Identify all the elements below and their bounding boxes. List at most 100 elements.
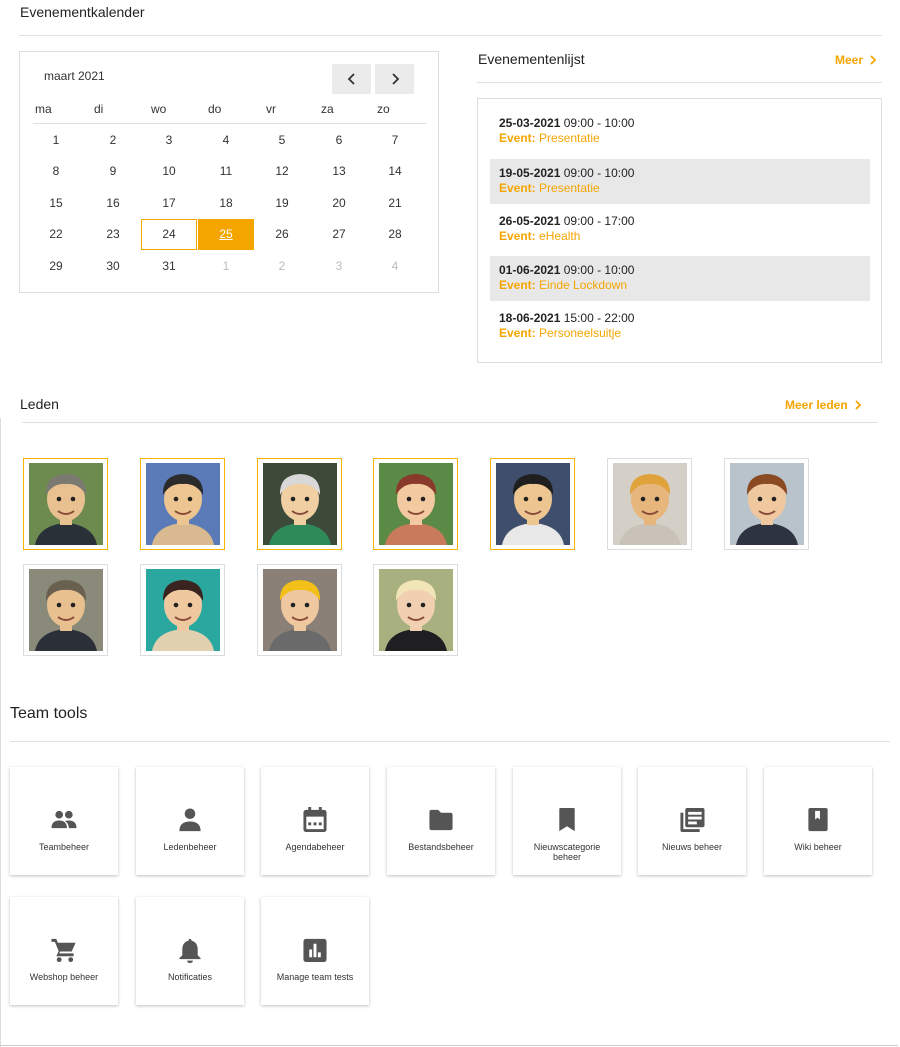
event-info: Event: Presentatie bbox=[499, 181, 870, 195]
member-card[interactable] bbox=[373, 458, 458, 550]
calendar-day[interactable]: 12 bbox=[254, 156, 310, 187]
calendar-day[interactable]: 16 bbox=[85, 187, 141, 218]
event-item[interactable]: 01-06-2021 09:00 - 10:00 Event: Einde Loc… bbox=[490, 256, 870, 301]
calendar-day[interactable]: 5 bbox=[254, 124, 310, 155]
calendar-day[interactable]: 21 bbox=[367, 187, 423, 218]
calendar-day[interactable]: 7 bbox=[367, 124, 423, 155]
calendar-prev-button[interactable] bbox=[332, 64, 371, 94]
weekday-label: ma bbox=[35, 102, 52, 116]
calendar-day[interactable]: 20 bbox=[311, 187, 367, 218]
event-name: Presentatie bbox=[539, 131, 600, 145]
chart-icon bbox=[261, 937, 369, 963]
member-card[interactable] bbox=[140, 564, 225, 656]
tool-tile[interactable]: Wiki beheer bbox=[764, 767, 872, 875]
tool-tile[interactable]: Teambeheer bbox=[10, 767, 118, 875]
member-card[interactable] bbox=[257, 564, 342, 656]
calendar-day[interactable]: 29 bbox=[28, 250, 84, 281]
weekday-label: di bbox=[94, 102, 104, 116]
event-prefix: Event: bbox=[499, 278, 536, 292]
calendar-day[interactable]: 31 bbox=[141, 250, 197, 281]
event-time: 09:00 - 10:00 bbox=[563, 166, 635, 180]
tool-label: Agendabeheer bbox=[285, 842, 345, 852]
event-item[interactable]: 26-05-2021 09:00 - 17:00 Event: eHealth bbox=[490, 207, 870, 252]
calendar-day[interactable]: 14 bbox=[367, 156, 423, 187]
event-prefix: Event: bbox=[499, 181, 536, 195]
calendar-next-button[interactable] bbox=[375, 64, 414, 94]
event-name: eHealth bbox=[539, 229, 581, 243]
event-name: Presentatie bbox=[539, 181, 600, 195]
member-card[interactable] bbox=[490, 458, 575, 550]
event-datetime: 25-03-2021 09:00 - 10:00 bbox=[499, 116, 870, 130]
calendar-day[interactable]: 3 bbox=[141, 124, 197, 155]
tool-tile[interactable]: Manage team tests bbox=[261, 897, 369, 1005]
calendar: maart 2021 ma di wo do vr za zo 1 2 3 4 5 6 7 8 9 10 11 1… bbox=[19, 51, 439, 293]
tool-tile[interactable]: Nieuws beheer bbox=[638, 767, 746, 875]
events-more-label: Meer bbox=[835, 53, 864, 67]
member-card[interactable] bbox=[23, 564, 108, 656]
tool-tile[interactable]: Ledenbeheer bbox=[136, 767, 244, 875]
calendar-day[interactable]: 1 bbox=[198, 250, 254, 281]
tool-tile[interactable]: Agendabeheer bbox=[261, 767, 369, 875]
folder-icon bbox=[387, 807, 495, 833]
event-list: 25-03-2021 09:00 - 10:00 Event: Presentat… bbox=[477, 98, 882, 363]
calendar-day[interactable]: 27 bbox=[311, 219, 367, 250]
tools-divider bbox=[10, 741, 890, 742]
calendar-day[interactable]: 6 bbox=[311, 124, 367, 155]
events-more-link[interactable]: Meer bbox=[835, 53, 878, 67]
weekday-label: zo bbox=[377, 102, 390, 116]
calendar-day[interactable]: 13 bbox=[311, 156, 367, 187]
event-time: 09:00 - 10:00 bbox=[563, 263, 635, 277]
calendar-day[interactable]: 23 bbox=[85, 219, 141, 250]
event-date: 25-03-2021 bbox=[499, 116, 561, 130]
calendar-day[interactable]: 22 bbox=[28, 219, 84, 250]
tool-tile[interactable]: Nieuwscategorie beheer bbox=[513, 767, 621, 875]
member-card[interactable] bbox=[23, 458, 108, 550]
calendar-day[interactable]: 4 bbox=[367, 250, 423, 281]
members-more-link[interactable]: Meer leden bbox=[785, 398, 863, 412]
calendar-day[interactable]: 17 bbox=[141, 187, 197, 218]
calendar-day[interactable]: 2 bbox=[254, 250, 310, 281]
calendar-day[interactable]: 1 bbox=[28, 124, 84, 155]
member-card[interactable] bbox=[607, 458, 692, 550]
event-item[interactable]: 25-03-2021 09:00 - 10:00 Event: Presentat… bbox=[490, 109, 870, 154]
calendar-day[interactable]: 28 bbox=[367, 219, 423, 250]
avatar bbox=[262, 569, 337, 651]
calendar-day[interactable]: 4 bbox=[198, 124, 254, 155]
member-card[interactable] bbox=[724, 458, 809, 550]
calendar-day[interactable]: 2 bbox=[85, 124, 141, 155]
calendar-day[interactable]: 19 bbox=[254, 187, 310, 218]
calendar-day[interactable]: 10 bbox=[141, 156, 197, 187]
calendar-title: Evenementkalender bbox=[20, 4, 145, 20]
events-title: Evenementenlijst bbox=[478, 51, 585, 67]
tool-label: Notificaties bbox=[167, 972, 212, 982]
tool-tile[interactable]: Webshop beheer bbox=[10, 897, 118, 1005]
tool-tile[interactable]: Notificaties bbox=[136, 897, 244, 1005]
calendar-day[interactable]: 25 bbox=[198, 218, 254, 250]
member-card[interactable] bbox=[373, 564, 458, 656]
weekday-label: wo bbox=[151, 102, 167, 116]
event-info: Event: Personeelsuitje bbox=[499, 326, 870, 340]
calendar-day[interactable]: 30 bbox=[85, 250, 141, 281]
calendar-day[interactable]: 24 bbox=[141, 218, 197, 250]
calendar-day[interactable]: 18 bbox=[198, 187, 254, 218]
members-divider bbox=[22, 422, 878, 423]
cart-icon bbox=[10, 937, 118, 963]
event-item[interactable]: 18-06-2021 15:00 - 22:00 Event: Personeel… bbox=[490, 304, 870, 349]
calendar-day[interactable]: 3 bbox=[311, 250, 367, 281]
calendar-day[interactable]: 11 bbox=[198, 156, 254, 187]
calendar-day[interactable]: 8 bbox=[28, 156, 84, 187]
event-time: 15:00 - 22:00 bbox=[563, 311, 635, 325]
member-card[interactable] bbox=[257, 458, 342, 550]
event-time: 09:00 - 17:00 bbox=[563, 214, 635, 228]
news-icon bbox=[638, 807, 746, 833]
calendar-day[interactable]: 26 bbox=[254, 219, 310, 250]
calendar-day[interactable]: 9 bbox=[85, 156, 141, 187]
book-icon bbox=[764, 807, 872, 833]
tool-label: Wiki beheer bbox=[794, 842, 842, 852]
calendar-day[interactable]: 15 bbox=[28, 187, 84, 218]
weekday-label: do bbox=[208, 102, 222, 116]
bottom-divider bbox=[0, 1045, 898, 1046]
member-card[interactable] bbox=[140, 458, 225, 550]
tool-tile[interactable]: Bestandsbeheer bbox=[387, 767, 495, 875]
event-item[interactable]: 19-05-2021 09:00 - 10:00 Event: Presentat… bbox=[490, 159, 870, 204]
